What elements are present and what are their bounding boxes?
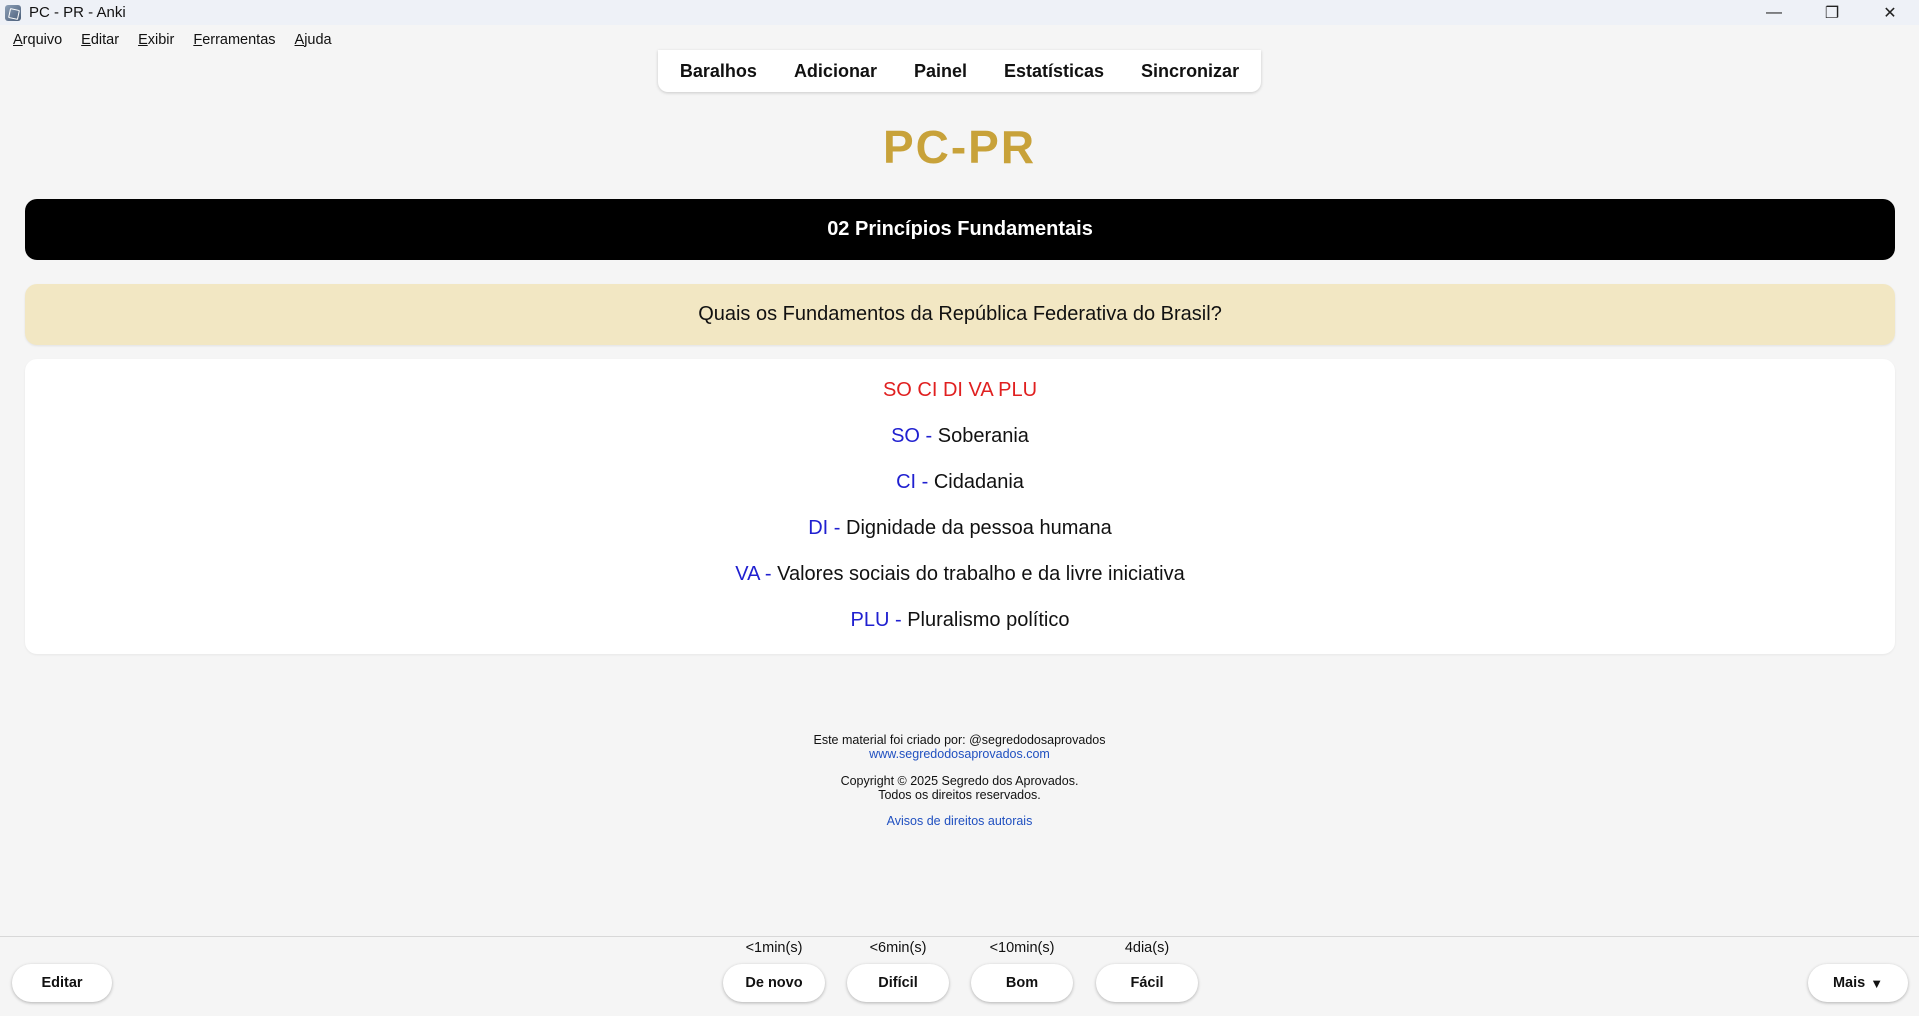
- answer-item: SO - Soberania: [25, 425, 1895, 448]
- menu-ajuda[interactable]: Ajuda: [295, 32, 332, 48]
- again-button[interactable]: De novo: [723, 964, 825, 1002]
- mnemonic: SO CI DI VA PLU: [882, 379, 1038, 401]
- menu-exibir[interactable]: Exibir: [138, 32, 174, 48]
- answer-abbr: CI -: [896, 471, 929, 493]
- minimize-button[interactable]: —: [1745, 0, 1803, 25]
- answer-abbr: VA -: [735, 563, 772, 585]
- answer-item: DI - Dignidade da pessoa humana: [25, 517, 1895, 540]
- easy-button[interactable]: Fácil: [1096, 964, 1198, 1002]
- question-box: Quais os Fundamentos da República Federa…: [25, 284, 1895, 345]
- nav-sync[interactable]: Sincronizar: [1141, 61, 1239, 82]
- window-controls: — ❐ ✕: [1745, 0, 1919, 25]
- answer-text: Valores sociais do trabalho e da livre i…: [771, 563, 1185, 585]
- edit-button[interactable]: Editar: [12, 964, 112, 1002]
- nav-browse[interactable]: Painel: [914, 61, 967, 82]
- nav-stats[interactable]: Estatísticas: [1004, 61, 1104, 82]
- answer-abbr: SO -: [891, 425, 933, 447]
- answer-item: CI - Cidadania: [25, 471, 1895, 494]
- answer-text: Soberania: [932, 425, 1029, 447]
- answer-text: Pluralismo político: [901, 609, 1070, 631]
- good-button[interactable]: Bom: [971, 964, 1073, 1002]
- footer-credit: Este material foi criado por: @segredodo…: [813, 733, 1106, 747]
- answer-item: VA - Valores sociais do trabalho e da li…: [25, 563, 1895, 586]
- answer-text: Cidadania: [928, 471, 1024, 493]
- interval-hard: <6min(s): [869, 940, 927, 956]
- footer-rights: Todos os direitos reservados.: [878, 788, 1041, 802]
- answer-abbr: PLU -: [850, 609, 902, 631]
- footer-copyright: Copyright © 2025 Segredo dos Aprovados.: [840, 774, 1079, 788]
- interval-good: <10min(s): [989, 940, 1055, 956]
- more-label: Mais: [1832, 975, 1866, 991]
- menu-editar[interactable]: Editar: [81, 32, 119, 48]
- interval-easy: 4dia(s): [1124, 940, 1170, 956]
- menu-ferramentas[interactable]: Ferramentas: [193, 32, 275, 48]
- review-bar: Editar <1min(s) <6min(s) <10min(s) 4dia(…: [0, 936, 1919, 1016]
- topic-text: 02 Princípios Fundamentais: [827, 218, 1093, 240]
- footer-notices-link[interactable]: Avisos de direitos autorais: [0, 814, 1919, 828]
- answer-item: PLU - Pluralismo político: [25, 609, 1895, 632]
- hard-button[interactable]: Difícil: [847, 964, 949, 1002]
- title-bar: PC - PR - Anki — ❐ ✕: [0, 0, 1919, 25]
- answer-box: SO CI DI VA PLU SO - Soberania CI - Cida…: [25, 359, 1895, 654]
- nav-decks[interactable]: Baralhos: [680, 61, 757, 82]
- deck-title: PC-PR: [882, 121, 1037, 173]
- menu-bar: Arquivo Editar Exibir Ferramentas Ajuda: [0, 29, 351, 51]
- question-text: Quais os Fundamentos da República Federa…: [698, 303, 1222, 325]
- answer-text: Dignidade da pessoa humana: [840, 517, 1112, 539]
- topic-banner: 02 Princípios Fundamentais: [25, 199, 1895, 260]
- restore-button[interactable]: ❐: [1803, 0, 1861, 25]
- nav-add[interactable]: Adicionar: [794, 61, 877, 82]
- footer-website-link[interactable]: www.segredodosaprovados.com: [0, 747, 1919, 761]
- close-button[interactable]: ✕: [1861, 0, 1919, 25]
- interval-again: <1min(s): [745, 940, 803, 956]
- menu-arquivo[interactable]: Arquivo: [13, 32, 62, 48]
- top-navigation: Baralhos Adicionar Painel Estatísticas S…: [658, 50, 1261, 92]
- caret-down-icon: ▼: [1870, 975, 1884, 991]
- answer-abbr: DI -: [808, 517, 841, 539]
- more-button[interactable]: Mais ▼: [1808, 964, 1908, 1002]
- window-title: PC - PR - Anki: [29, 4, 126, 21]
- anki-app-icon: [5, 4, 21, 21]
